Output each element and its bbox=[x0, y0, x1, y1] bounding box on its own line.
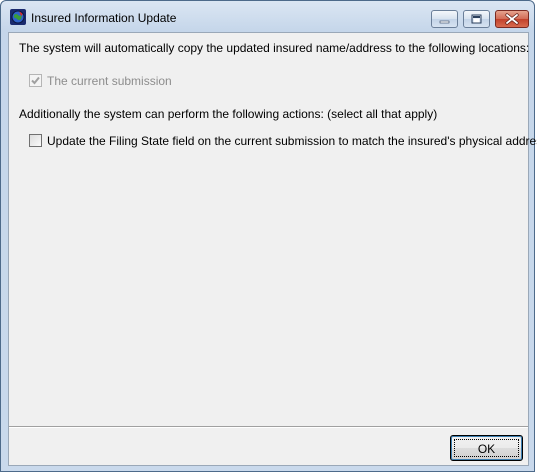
minimize-button[interactable] bbox=[431, 10, 458, 28]
footer-separator bbox=[9, 426, 528, 428]
dialog-window: Insured Information Update The system wi… bbox=[0, 0, 537, 472]
title-bar[interactable]: Insured Information Update bbox=[1, 1, 534, 31]
app-globe-icon[interactable] bbox=[10, 9, 26, 25]
actions-text: Additionally the system can perform the … bbox=[19, 107, 438, 121]
update-filing-state-label[interactable]: Update the Filing State field on the cur… bbox=[47, 134, 537, 148]
ok-button[interactable]: OK bbox=[450, 435, 523, 461]
current-submission-checkbox[interactable] bbox=[29, 74, 42, 87]
minimize-icon bbox=[439, 20, 450, 24]
checkmark-icon bbox=[31, 76, 40, 85]
current-submission-label: The current submission bbox=[47, 74, 172, 88]
window-title: Insured Information Update bbox=[31, 11, 177, 25]
ok-button-label: OK bbox=[477, 442, 496, 456]
update-filing-state-checkbox[interactable] bbox=[29, 134, 42, 147]
intro-text: The system will automatically copy the u… bbox=[19, 41, 530, 55]
dialog-content: The system will automatically copy the u… bbox=[8, 32, 537, 466]
close-icon bbox=[505, 13, 519, 25]
close-button[interactable] bbox=[495, 10, 529, 28]
maximize-button[interactable] bbox=[463, 10, 490, 28]
maximize-icon bbox=[471, 14, 482, 24]
